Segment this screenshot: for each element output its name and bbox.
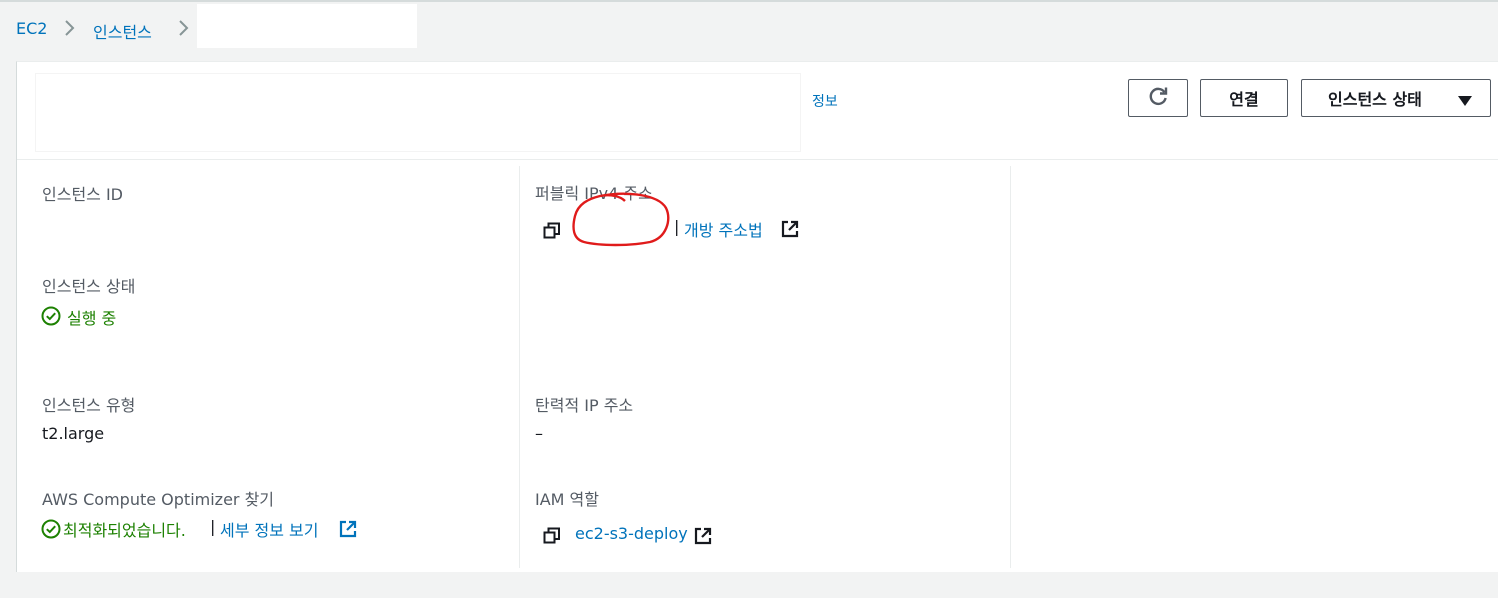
elastic-ip-label: 탄력적 IP 주소 bbox=[535, 396, 634, 415]
iam-role-link[interactable]: ec2-s3-deploy bbox=[575, 524, 688, 543]
copy-icon[interactable] bbox=[543, 222, 561, 244]
separator: | bbox=[674, 217, 680, 236]
compute-optimizer-label: AWS Compute Optimizer 찾기 bbox=[42, 490, 275, 509]
copy-icon[interactable] bbox=[543, 527, 561, 549]
instance-summary-panel: 정보 연결 인스턴스 상태 인스턴스 ID 인스턴스 상태 실행 중 인스턴스 … bbox=[16, 61, 1498, 572]
external-link-icon[interactable] bbox=[781, 220, 799, 242]
refresh-button[interactable] bbox=[1128, 79, 1188, 117]
elastic-ip-value: – bbox=[535, 424, 543, 443]
chevron-right-icon bbox=[63, 20, 75, 36]
open-address-link[interactable]: 개방 주소법 bbox=[684, 217, 763, 241]
info-link[interactable]: 정보 bbox=[812, 91, 838, 111]
view-details-link[interactable]: 세부 정보 보기 bbox=[220, 517, 319, 541]
separator: | bbox=[210, 517, 216, 536]
iam-role-label: IAM 역할 bbox=[535, 490, 599, 509]
caret-down-icon bbox=[1458, 92, 1472, 111]
instance-state-value: 실행 중 bbox=[67, 309, 117, 328]
chevron-right-icon bbox=[177, 20, 189, 36]
panel-header: 정보 연결 인스턴스 상태 bbox=[17, 62, 1498, 160]
instance-state-dropdown-label: 인스턴스 상태 bbox=[1328, 90, 1422, 109]
refresh-icon bbox=[1147, 85, 1169, 111]
check-circle-icon bbox=[41, 306, 61, 330]
instance-id-label: 인스턴스 ID bbox=[42, 185, 124, 204]
column-divider bbox=[1010, 166, 1011, 568]
instance-type-label: 인스턴스 유형 bbox=[42, 396, 136, 415]
breadcrumb-current-redacted bbox=[197, 4, 417, 48]
red-annotation-circle bbox=[572, 192, 670, 247]
breadcrumb-instances-link[interactable]: 인스턴스 bbox=[93, 19, 152, 43]
breadcrumb: EC2 인스턴스 bbox=[0, 2, 1498, 54]
instance-state-label: 인스턴스 상태 bbox=[42, 277, 136, 296]
check-circle-icon bbox=[41, 519, 61, 543]
instance-title-redacted bbox=[36, 74, 800, 151]
instance-type-value: t2.large bbox=[42, 424, 105, 443]
connect-button[interactable]: 연결 bbox=[1200, 79, 1288, 117]
breadcrumb-ec2-link[interactable]: EC2 bbox=[16, 19, 47, 38]
external-link-icon[interactable] bbox=[694, 527, 712, 549]
instance-state-dropdown[interactable]: 인스턴스 상태 bbox=[1301, 79, 1491, 117]
column-divider bbox=[519, 166, 520, 568]
compute-optimizer-status: 최적화되었습니다. bbox=[63, 521, 186, 540]
external-link-icon[interactable] bbox=[339, 520, 357, 542]
